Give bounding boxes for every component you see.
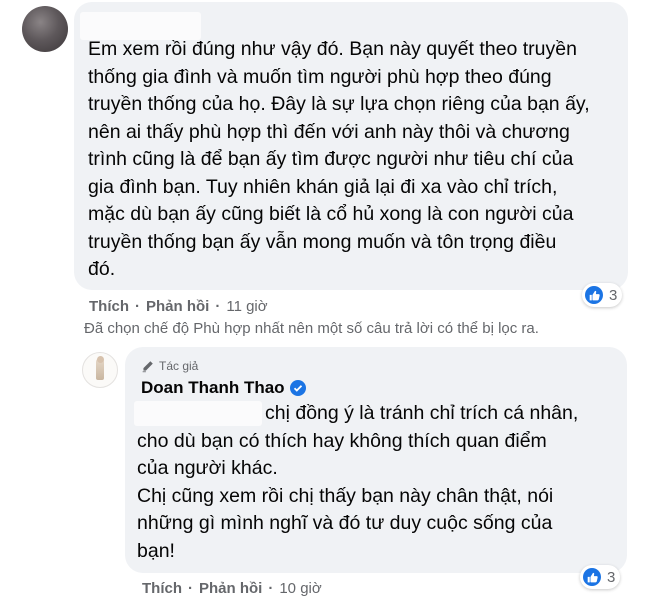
comment-actions: Thích · Phản hồi · 11 giờ xyxy=(89,298,268,315)
verified-badge-icon xyxy=(289,380,306,396)
author-avatar[interactable] xyxy=(82,352,118,388)
separator-dot: · xyxy=(135,298,140,315)
reply-actions: Thích · Phản hồi · 10 giờ xyxy=(142,580,322,597)
reaction-summary[interactable]: 3 xyxy=(582,283,623,307)
reaction-count: 3 xyxy=(609,286,618,304)
pen-icon xyxy=(142,360,153,372)
comment-text: Em xem rồi đúng như vậy đó. Bạn này quyế… xyxy=(88,38,590,280)
avatar-figure-head xyxy=(97,356,104,363)
like-button[interactable]: Thích xyxy=(142,580,182,597)
reply-text: chị đồng ý là tránh chỉ trích cá nhân, c… xyxy=(137,400,617,565)
like-reaction-icon xyxy=(585,286,603,304)
reply-text-body: chị đồng ý là tránh chỉ trích cá nhân, c… xyxy=(137,402,579,562)
reply-button[interactable]: Phản hồi xyxy=(146,298,209,315)
reply-button[interactable]: Phản hồi xyxy=(199,580,262,597)
separator-dot: · xyxy=(188,580,193,597)
author-badge-label: Tác giả xyxy=(159,359,199,373)
author-name-row: Doan Thanh Thao xyxy=(141,378,306,398)
separator-dot: · xyxy=(268,580,274,597)
author-name[interactable]: Doan Thanh Thao xyxy=(141,378,285,398)
separator-dot: · xyxy=(215,298,221,315)
commenter-avatar[interactable] xyxy=(22,6,68,52)
comment-timestamp[interactable]: 11 giờ xyxy=(226,298,267,315)
reaction-count: 3 xyxy=(607,568,616,586)
like-reaction-icon xyxy=(583,568,601,586)
reply-timestamp[interactable]: 10 giờ xyxy=(279,580,321,597)
reply-reaction-summary[interactable]: 3 xyxy=(580,565,621,589)
like-button[interactable]: Thích xyxy=(89,298,129,315)
filter-notice: Đã chọn chế độ Phù hợp nhất nên một số c… xyxy=(84,320,539,337)
author-badge: Tác giả xyxy=(141,359,198,373)
